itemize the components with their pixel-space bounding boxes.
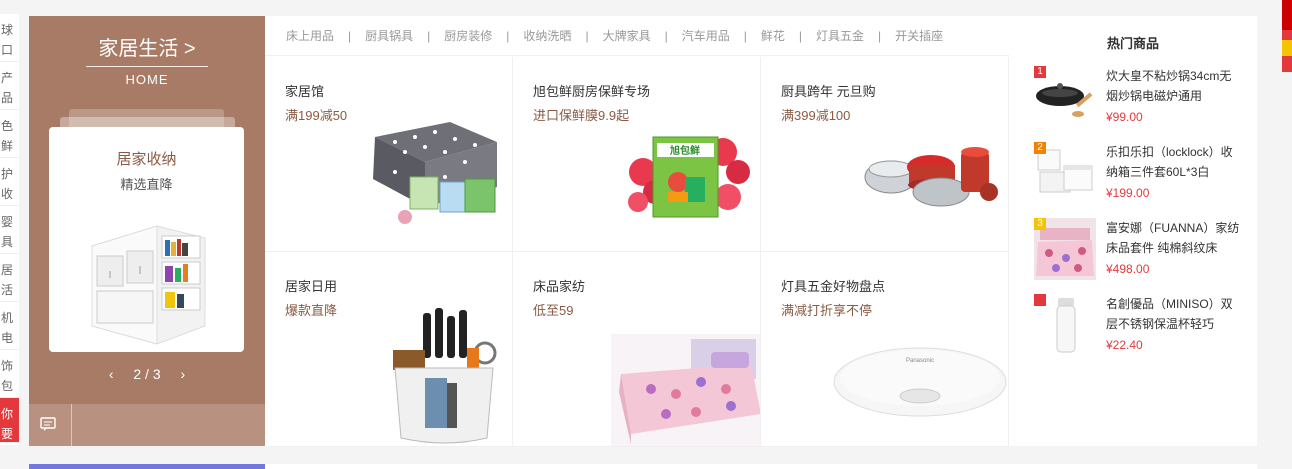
hot-products-panel: 热门商品 1 炊大皇不粘炒锅34cm无烟炒锅电磁炉通用 ¥99.00 2 乐扣乐… — [1009, 16, 1257, 446]
promo-cell[interactable]: 厨具跨年 元旦购 满399减100 — [761, 57, 1009, 252]
category-tab[interactable]: 床上用品 — [286, 29, 334, 43]
floral-bedding-image — [611, 334, 760, 446]
side-nav-item[interactable]: 机 电 — [0, 302, 19, 350]
category-tab[interactable]: 开关插座 — [895, 29, 943, 43]
promo-cell[interactable]: 居家日用 爆款直降 — [265, 252, 513, 447]
carousel-pager: ‹ 2 / 3 › — [29, 366, 265, 382]
promo-cell-subtitle: 满399减100 — [781, 108, 851, 123]
rank-badge — [1034, 294, 1046, 306]
hot-product-item[interactable]: 1 炊大皇不粘炒锅34cm无烟炒锅电磁炉通用 ¥99.00 — [1034, 66, 1254, 134]
promo-cell-title: 居家日用 — [285, 279, 338, 294]
side-nav-item[interactable]: 婴 具 — [0, 206, 19, 254]
hot-product-item[interactable]: 2 乐扣乐扣（locklock）收纳箱三件套60L*3白 ¥199.00 — [1034, 142, 1254, 210]
next-section-banner-edge — [29, 464, 265, 469]
promo-cell-title: 旭包鲜厨房保鲜专场 — [533, 84, 651, 99]
hot-product-price: ¥498.00 — [1106, 262, 1150, 276]
hot-product-name: 名創優品（MINISO）双层不锈钢保温杯轻巧 — [1106, 297, 1233, 331]
side-category-nav: 球 口 产 品 色 鲜 护 收 婴 具 居 活 机 电 饰 包 你 要 — [0, 14, 19, 445]
banner-title[interactable]: 家居生活 > — [29, 32, 265, 61]
category-tabs: 床上用品 | 厨具锅具 | 厨房装修 | 收纳洗晒 | 大牌家具 | 汽车用品 | 鲜花 | 灯具五金 | 开关… — [265, 16, 1009, 56]
banner-footer — [29, 404, 265, 446]
hot-products-title: 热门商品 — [1106, 36, 1159, 51]
promo-card[interactable]: 居家收纳 精选直降 — [49, 127, 244, 352]
rank-badge: 3 — [1034, 218, 1046, 230]
side-nav-item[interactable]: 居 活 — [0, 254, 19, 302]
side-nav-item[interactable]: 球 口 — [0, 14, 19, 62]
hot-product-item[interactable]: 名創優品（MINISO）双层不锈钢保温杯轻巧 ¥22.40 — [1034, 294, 1254, 362]
category-tab[interactable]: 大牌家具 — [603, 29, 651, 43]
next-arrow-icon[interactable]: › — [181, 366, 186, 382]
category-tab[interactable]: 厨房装修 — [444, 29, 492, 43]
home-living-banner: 家居生活 > HOME 居家收纳 精选直降 ‹ 2 / 3 › — [29, 16, 265, 446]
side-nav-item[interactable]: 饰 包 — [0, 350, 19, 398]
promo-cell[interactable]: 灯具五金好物盘点 满减打折享不停 Panasonic — [761, 252, 1009, 447]
knife-block-image — [393, 308, 497, 444]
hot-product-price: ¥199.00 — [1106, 186, 1150, 200]
hot-product-item[interactable]: 3 富安娜（FUANNA）家纺床品套件 纯棉斜纹床 ¥498.00 — [1034, 218, 1254, 286]
footer-divider — [71, 404, 72, 446]
hot-product-name: 乐扣乐扣（locklock）收纳箱三件套60L*3白 — [1106, 145, 1233, 179]
svg-text:Panasonic: Panasonic — [906, 358, 934, 364]
banner-subtitle: HOME — [125, 72, 169, 87]
promo-cell[interactable]: 床品家纺 低至59 — [513, 252, 761, 447]
side-nav-item[interactable]: 产 品 — [0, 62, 19, 110]
category-tab[interactable]: 汽车用品 — [682, 29, 730, 43]
promo-card-subtitle: 精选直降 — [120, 177, 173, 192]
cling-film-box-image: 旭包鲜 — [628, 136, 750, 218]
category-tab[interactable]: 厨具锅具 — [365, 29, 413, 43]
cookware-set-image — [864, 147, 998, 207]
banner-divider — [86, 66, 208, 67]
promo-cell-subtitle: 爆款直降 — [285, 303, 338, 318]
promo-cell-subtitle: 进口保鲜膜9.9起 — [533, 108, 630, 123]
hot-product-name: 炊大皇不粘炒锅34cm无烟炒锅电磁炉通用 — [1106, 69, 1232, 103]
promo-cell-subtitle: 满199减50 — [285, 108, 348, 123]
promo-cell-subtitle: 低至59 — [533, 303, 574, 318]
bedding-set-image — [373, 122, 497, 224]
promo-cell[interactable]: 旭包鲜厨房保鲜专场 进口保鲜膜9.9起 旭包鲜 — [513, 57, 761, 252]
prev-arrow-icon[interactable]: ‹ — [109, 366, 114, 382]
promo-cell-title: 床品家纺 — [533, 279, 586, 294]
hot-product-price: ¥22.40 — [1106, 338, 1143, 352]
rank-badge: 2 — [1034, 142, 1046, 154]
rank-badge: 1 — [1034, 66, 1046, 78]
hot-product-name: 富安娜（FUANNA）家纺床品套件 纯棉斜纹床 — [1106, 221, 1240, 255]
category-tab[interactable]: 收纳洗晒 — [523, 29, 571, 43]
promo-grid: 床上用品 | 厨具锅具 | 厨房装修 | 收纳洗晒 | 大牌家具 | 汽车用品 | 鲜花 | 灯具五金 | 开关… — [265, 16, 1009, 447]
promo-cell-title: 厨具跨年 元旦购 — [781, 84, 876, 99]
ceiling-lamp-image: Panasonic — [833, 347, 1007, 417]
promo-cell[interactable]: 家居馆 满199减50 — [265, 57, 513, 252]
chat-icon[interactable] — [40, 417, 56, 431]
svg-text:旭包鲜: 旭包鲜 — [669, 144, 700, 157]
page-indicator: 2 / 3 — [133, 366, 161, 382]
hot-product-price: ¥99.00 — [1106, 110, 1143, 124]
category-tab[interactable]: 灯具五金 — [816, 29, 864, 43]
promo-cell-subtitle: 满减打折享不停 — [781, 303, 873, 318]
side-nav-item-active[interactable]: 你 要 — [0, 398, 19, 443]
cabinet-image — [91, 225, 206, 345]
side-floating-widget[interactable] — [1282, 0, 1292, 72]
promo-cell-title: 家居馆 — [285, 84, 325, 99]
promo-card-title: 居家收纳 — [116, 151, 177, 168]
side-nav-item[interactable]: 护 收 — [0, 158, 19, 206]
next-section-edge — [265, 464, 1257, 469]
side-nav-item[interactable]: 色 鲜 — [0, 110, 19, 158]
category-tab[interactable]: 鲜花 — [761, 29, 785, 43]
promo-cell-title: 灯具五金好物盘点 — [781, 279, 886, 294]
